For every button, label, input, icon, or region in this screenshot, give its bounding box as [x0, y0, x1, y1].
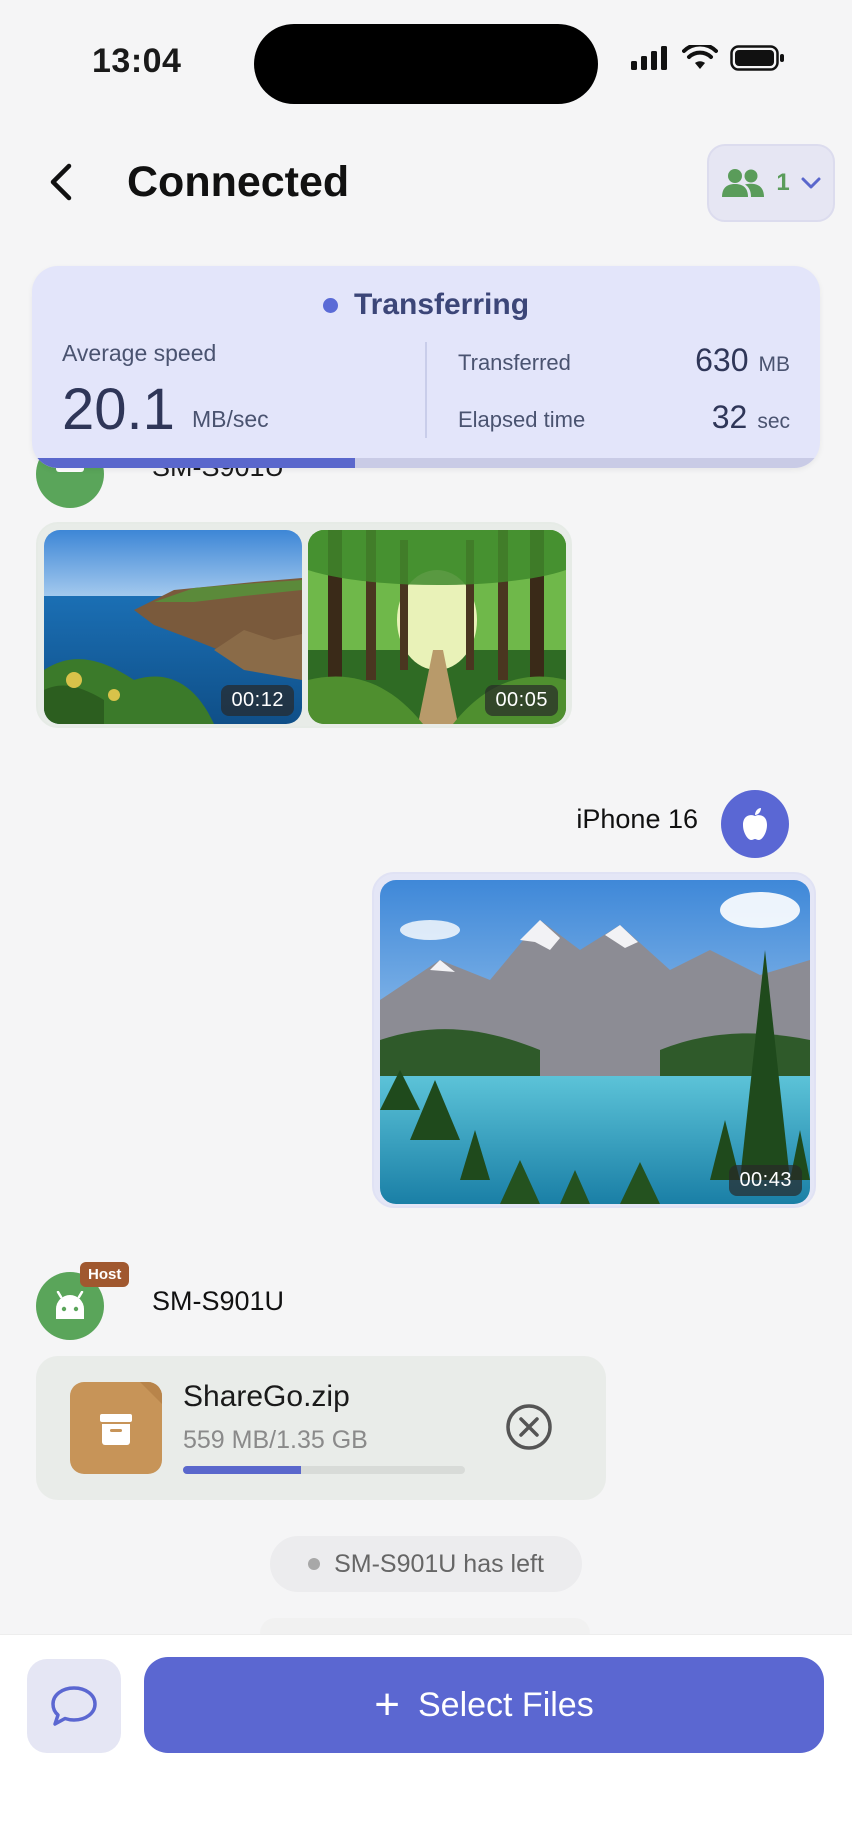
- media-group: 00:12 00:05: [36, 522, 572, 728]
- file-name: ShareGo.zip: [183, 1380, 350, 1413]
- chat-button[interactable]: [27, 1659, 121, 1753]
- back-icon: [50, 163, 72, 201]
- mountain-lake-image: [380, 880, 810, 1204]
- archive-icon: [70, 1382, 162, 1474]
- video-duration: 00:05: [485, 685, 558, 716]
- bottom-bar: + Select Files: [0, 1634, 852, 1846]
- file-size: 559 MB/1.35 GB: [183, 1426, 368, 1454]
- cancel-transfer-button[interactable]: [504, 1402, 554, 1452]
- transferred-value-group: 630 MB: [695, 342, 790, 379]
- transfer-status-text: Transferring: [353, 288, 530, 321]
- back-button[interactable]: [40, 160, 84, 204]
- divider: [425, 342, 427, 438]
- sender-name: SM-S901U: [152, 1286, 285, 1316]
- dynamic-island: [254, 24, 598, 104]
- status-bar: 13:04: [0, 0, 852, 120]
- page-title: Connected: [127, 158, 350, 206]
- transfer-progress-bar: [32, 458, 820, 468]
- apple-icon: [743, 808, 767, 840]
- plus-icon: +: [374, 1680, 400, 1729]
- elapsed-value-group: 32 sec: [712, 399, 790, 436]
- select-files-button[interactable]: + Select Files: [144, 1657, 824, 1753]
- participants-button[interactable]: 1: [707, 144, 835, 222]
- video-thumbnail-forest[interactable]: 00:05: [308, 530, 566, 724]
- status-icons: [630, 44, 786, 72]
- transferred-label: Transferred: [458, 350, 571, 375]
- speed-label: Average speed: [62, 340, 217, 366]
- sender-name: iPhone 16: [576, 804, 698, 834]
- transfer-status: Transferring: [32, 288, 820, 322]
- transfer-status-card: Transferring Average speed 20.1 MB/sec T…: [32, 266, 820, 468]
- transfer-progress-fill: [32, 458, 356, 468]
- signal-icon: [631, 46, 667, 70]
- video-duration: 00:43: [729, 1165, 802, 1196]
- people-icon: [722, 169, 765, 197]
- system-message-text: SM-S901U has left: [334, 1549, 544, 1578]
- participant-count: 1: [776, 169, 790, 196]
- transferred-value: 630: [695, 342, 749, 378]
- close-circle-icon: [506, 1404, 552, 1450]
- elapsed-label: Elapsed time: [458, 407, 586, 432]
- wifi-icon: [682, 45, 718, 69]
- video-duration: 00:12: [221, 685, 294, 716]
- speed-unit: MB/sec: [192, 406, 269, 432]
- file-progress-bar: [183, 1466, 465, 1474]
- chevron-down-icon: [801, 177, 821, 189]
- status-time: 13:04: [92, 42, 182, 80]
- android-icon: [56, 1291, 84, 1319]
- elapsed-value: 32: [711, 399, 748, 435]
- speed-value: 20.1: [62, 377, 175, 442]
- battery-icon: [730, 45, 784, 71]
- media-group: 00:43: [372, 872, 816, 1208]
- file-progress-fill: [183, 1466, 302, 1474]
- video-thumbnail-coast[interactable]: 00:12: [44, 530, 302, 724]
- apple-avatar: [721, 790, 789, 858]
- system-dot: [308, 1558, 321, 1570]
- select-files-label: Select Files: [417, 1685, 594, 1724]
- chat-icon: [51, 1686, 97, 1726]
- host-badge: Host: [80, 1262, 130, 1287]
- transferred-unit: MB: [758, 353, 791, 376]
- system-message: SM-S901U has left: [270, 1536, 582, 1592]
- status-dot: [322, 297, 338, 313]
- elapsed-unit: sec: [757, 410, 790, 433]
- video-thumbnail-mountain-lake[interactable]: 00:43: [380, 880, 810, 1204]
- file-transfer-card: ShareGo.zip 559 MB/1.35 GB: [36, 1356, 606, 1500]
